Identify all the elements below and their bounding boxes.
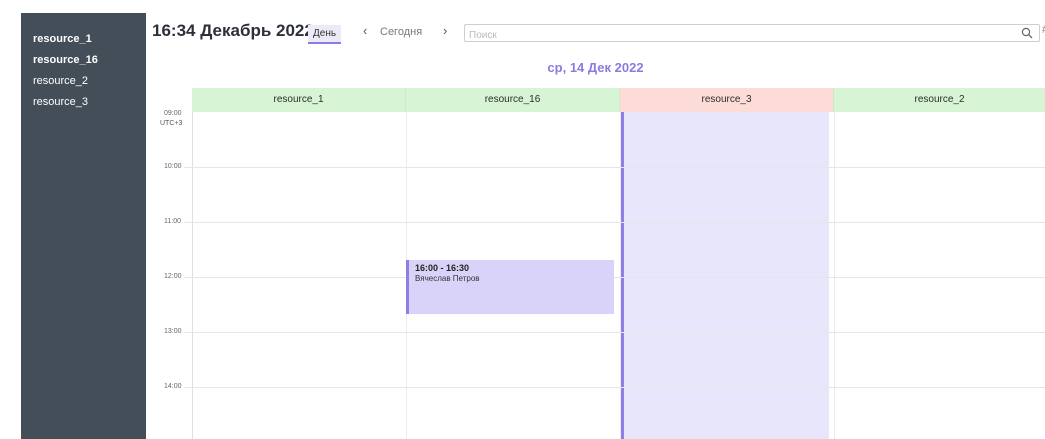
search-box [464, 24, 1040, 44]
date-header: ср, 14 Дек 2022 [547, 60, 644, 75]
time-axis-line [192, 112, 193, 439]
calendar-header: 16:34 Декабрь 2022 День ‹ Сегодня › # [146, 13, 1045, 53]
sidebar-item-resource-2[interactable]: resource_2 [21, 71, 146, 92]
calendar-event[interactable]: 16:00 - 16:30 Вячеслав Петров [406, 260, 614, 314]
sidebar-item-resource-16[interactable]: resource_16 [21, 50, 146, 71]
sidebar: resource_1 resource_16 resource_2 resour… [21, 13, 146, 439]
resource-list: resource_1 resource_16 resource_2 resour… [21, 13, 146, 113]
sidebar-item-resource-1[interactable]: resource_1 [21, 29, 146, 50]
resource-header-row: resource_1 resource_16 resource_3 resour… [192, 88, 1045, 112]
event-person: Вячеслав Петров [415, 274, 480, 283]
hour-tick [184, 387, 192, 388]
resource-column-header: resource_2 [834, 88, 1045, 112]
sidebar-item-resource-3[interactable]: resource_3 [21, 92, 146, 113]
hour-label: 11:00 [164, 218, 181, 225]
hour-tick [184, 222, 192, 223]
resource-column-header: resource_16 [406, 88, 620, 112]
resource-column-header: resource_1 [192, 88, 406, 112]
chevron-left-icon[interactable]: ‹ [363, 23, 367, 38]
day-view-button[interactable]: День [308, 25, 342, 44]
hour-line [192, 222, 1045, 223]
event-time: 16:00 - 16:30 [415, 263, 470, 273]
hour-tick [184, 277, 192, 278]
hour-tick [184, 332, 192, 333]
chevron-right-icon[interactable]: › [443, 23, 447, 38]
today-button[interactable]: Сегодня [380, 26, 422, 38]
resource-column-header: resource_3 [620, 88, 834, 112]
busy-range-edge [621, 112, 624, 439]
time-grid[interactable]: 09:00 10:00 11:00 12:00 13:00 14:00 16:0… [146, 110, 1045, 439]
hour-line [192, 167, 1045, 168]
hour-line [192, 277, 1045, 278]
hour-line [192, 332, 1045, 333]
hour-label: 12:00 [164, 273, 182, 280]
search-icon[interactable] [1021, 27, 1033, 39]
top-strip [0, 0, 1045, 13]
column-divider [620, 112, 621, 439]
hour-line [192, 387, 1045, 388]
page-title: 16:34 Декабрь 2022 [152, 21, 314, 40]
hour-label: 14:00 [164, 383, 182, 390]
search-input[interactable] [465, 27, 1005, 44]
busy-range [621, 112, 829, 439]
column-divider [834, 112, 835, 439]
hour-label: 10:00 [164, 163, 182, 170]
hour-tick [184, 167, 192, 168]
hour-label: 13:00 [164, 328, 182, 335]
hour-label: 09:00 [164, 110, 182, 117]
